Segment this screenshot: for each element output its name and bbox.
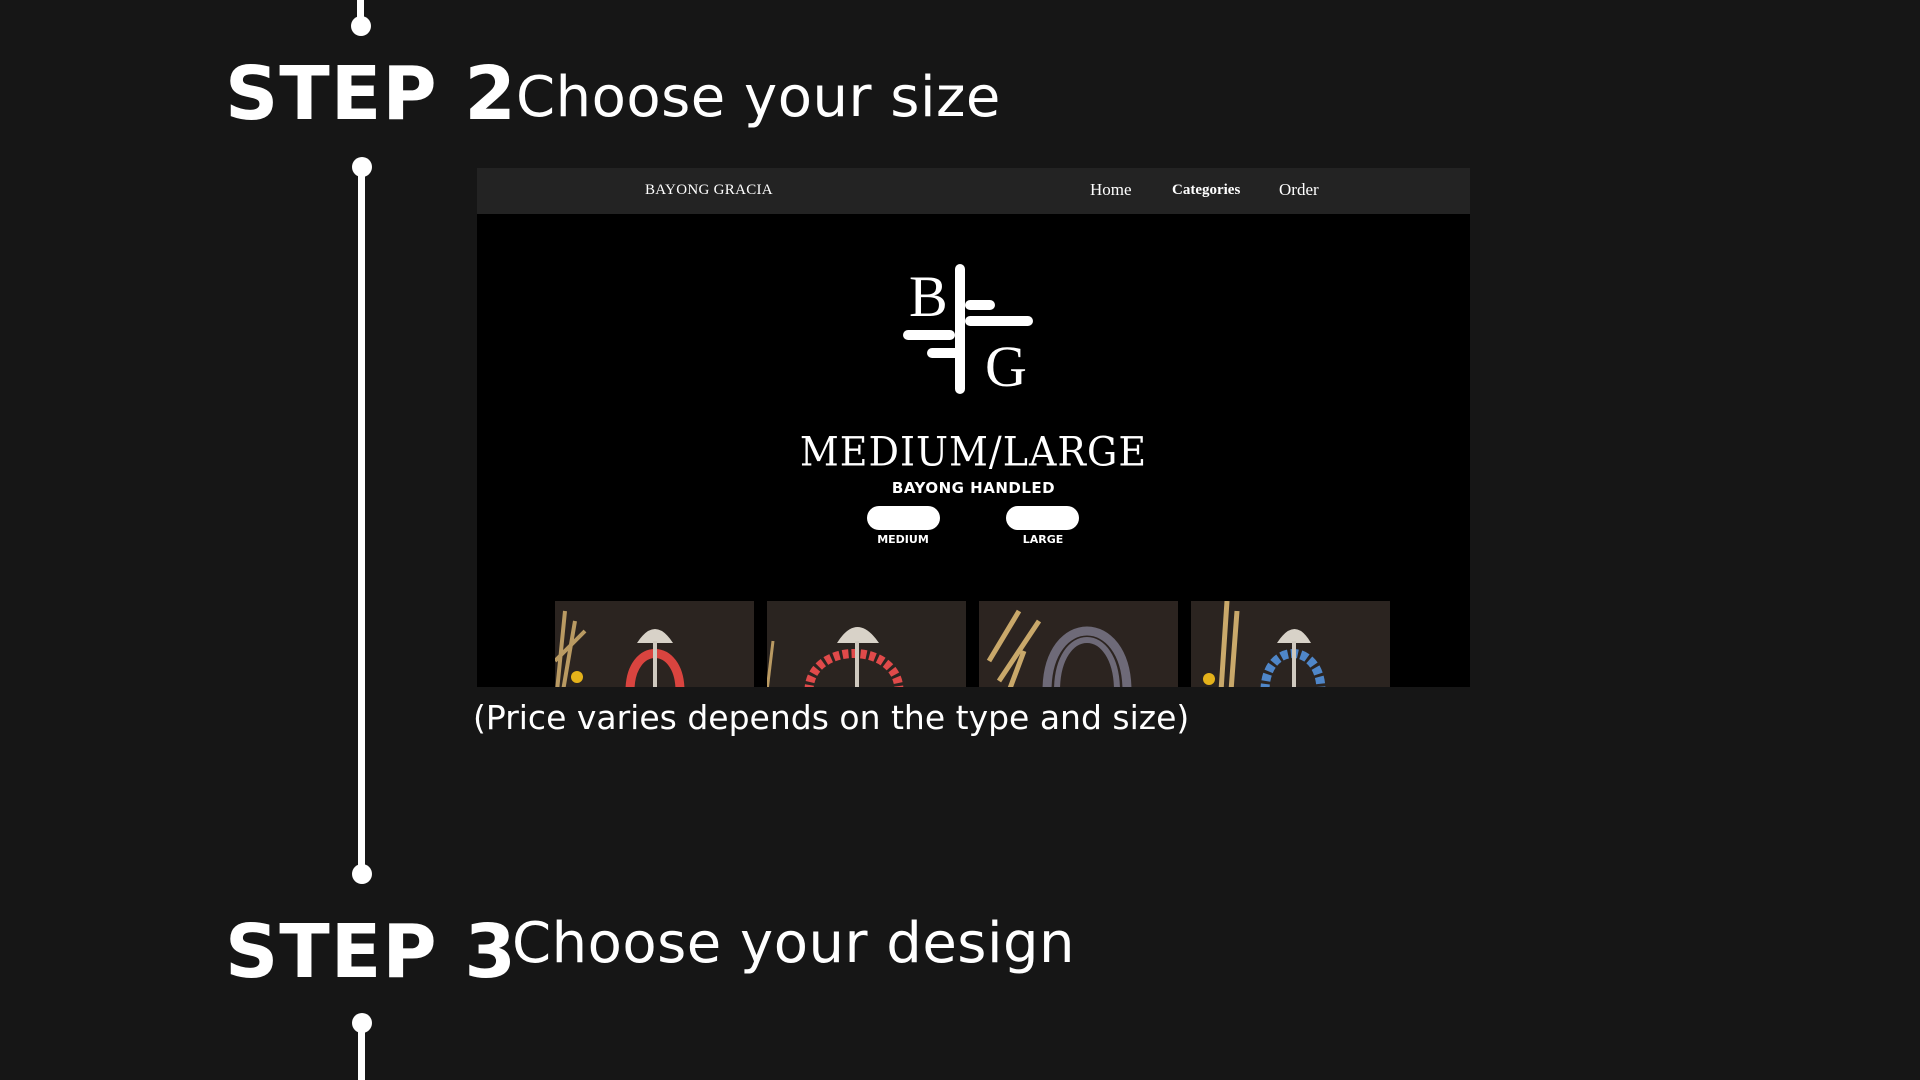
hero-title: MEDIUM/LARGE xyxy=(799,428,1148,476)
size-medium-button[interactable] xyxy=(867,506,940,530)
product-thumbnail[interactable] xyxy=(767,601,966,687)
website-preview: BAYONG GRACIA Home Categories Order B G … xyxy=(477,168,1470,687)
logo-letter-g: G xyxy=(985,334,1027,394)
timeline-line xyxy=(357,0,364,26)
timeline-node xyxy=(352,864,372,884)
step-3-title: Choose your design xyxy=(512,911,1076,976)
price-note: (Price varies depends on the type and si… xyxy=(473,698,1190,737)
nav-home[interactable]: Home xyxy=(1090,180,1132,200)
logo-letter-b: B xyxy=(909,264,948,329)
step-3-number: STEP 3 xyxy=(225,909,517,995)
bg-logo-icon: B G xyxy=(903,264,1033,394)
site-brand[interactable]: BAYONG GRACIA xyxy=(645,182,773,199)
timeline-line xyxy=(358,1023,365,1080)
step-2-title: Choose your size xyxy=(516,65,1001,130)
step-2-number: STEP 2 xyxy=(225,51,517,137)
size-large-button[interactable] xyxy=(1006,506,1079,530)
site-navbar: BAYONG GRACIA Home Categories Order xyxy=(477,168,1470,214)
product-thumbnail[interactable] xyxy=(555,601,754,687)
size-medium-label: MEDIUM xyxy=(877,533,929,546)
product-thumbnail[interactable] xyxy=(1191,601,1390,687)
nav-order[interactable]: Order xyxy=(1279,180,1319,200)
nav-categories[interactable]: Categories xyxy=(1172,182,1240,199)
hero-subtitle: BAYONG HANDLED xyxy=(891,479,1056,497)
size-large-label: LARGE xyxy=(1022,533,1064,546)
timeline-line xyxy=(358,167,365,874)
product-thumbnail[interactable] xyxy=(979,601,1178,687)
